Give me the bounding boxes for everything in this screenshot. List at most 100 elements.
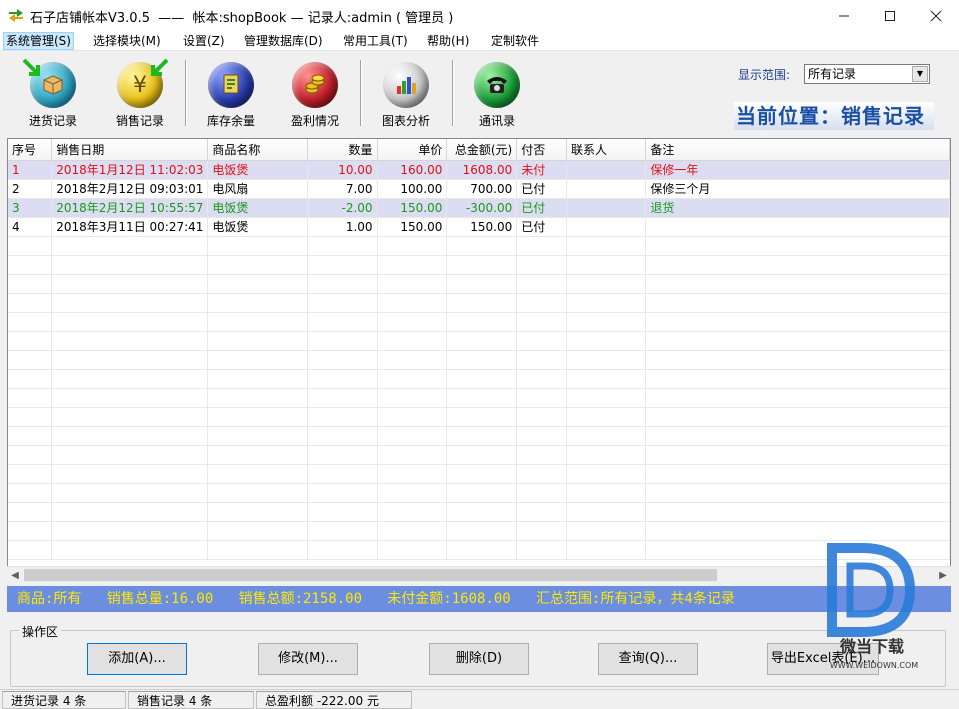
add-button[interactable]: 添加(A)... (87, 643, 187, 675)
minimize-button[interactable] (821, 0, 867, 31)
empty-cell (307, 388, 378, 408)
close-button[interactable] (913, 0, 959, 31)
empty-cell (8, 331, 53, 351)
column-header[interactable]: 总金额(元) (446, 139, 518, 161)
edit-button[interactable]: 修改(M)... (258, 643, 358, 675)
weidown-logo-icon: 微当下载 WWW.WEIDOWN.COM (827, 543, 918, 670)
table-cell: 电饭煲 (207, 160, 308, 180)
empty-cell (645, 350, 950, 370)
empty-row (8, 350, 950, 370)
empty-cell (377, 255, 448, 275)
empty-cell (51, 274, 209, 294)
empty-cell (566, 502, 647, 522)
horizontal-scrollbar[interactable]: ◀ ▶ (7, 566, 951, 583)
profit-button[interactable]: 盈利情况 (280, 58, 350, 130)
menu-tools[interactable]: 常用工具(T) (341, 33, 410, 49)
empty-cell (307, 293, 378, 313)
menu-manage-database[interactable]: 管理数据库(D) (242, 33, 325, 49)
table-cell: 150.00 (377, 217, 448, 237)
column-header[interactable]: 单价 (377, 139, 448, 161)
column-header[interactable]: 联系人 (566, 139, 647, 161)
watermark-url: WWW.WEIDOWN.COM (830, 661, 918, 670)
table-cell: 2018年3月11日 00:27:41 (51, 217, 209, 237)
status-sales-count: 销售记录 4 条 (128, 691, 254, 709)
table-cell: 3 (8, 198, 53, 218)
column-header[interactable]: 备注 (645, 139, 950, 161)
toolbar: 进货记录 ¥ 销售记录 库存余量 盈利情况 图表分析 通讯录 显示范围: 所有记… (0, 52, 959, 132)
stock-balance-button[interactable]: 库存余量 (196, 58, 266, 130)
menu-bar: 系统管理(S) 选择模块(M) 设置(Z) 管理数据库(D) 常用工具(T) 帮… (0, 31, 959, 51)
empty-row (8, 388, 950, 408)
empty-cell (645, 312, 950, 332)
empty-cell (377, 350, 448, 370)
empty-row (8, 483, 950, 503)
empty-cell (516, 540, 568, 560)
empty-cell (645, 483, 950, 503)
empty-cell (516, 464, 568, 484)
chart-analysis-button[interactable]: 图表分析 (371, 58, 441, 130)
status-purchase-count: 进货记录 4 条 (2, 691, 126, 709)
sales-grid[interactable]: 序号 销售日期 商品名称 数量 单价 总金额(元) 付否 联系人 备注 1 201… (7, 138, 951, 583)
column-header[interactable]: 序号 (8, 139, 53, 161)
sales-records-button[interactable]: ¥ 销售记录 (105, 58, 175, 130)
query-button[interactable]: 查询(Q)... (598, 643, 698, 675)
menu-help[interactable]: 帮助(H) (425, 33, 471, 49)
table-row[interactable]: 2 2018年2月12日 09:03:01 电风扇 7.00 100.00 700.00 已… (8, 179, 950, 199)
empty-row (8, 293, 950, 313)
empty-cell (516, 445, 568, 465)
column-header[interactable]: 商品名称 (207, 139, 308, 161)
empty-row (8, 464, 950, 484)
chevron-down-icon[interactable]: ▼ (912, 66, 928, 82)
empty-row (8, 540, 950, 560)
table-cell: -2.00 (307, 198, 378, 218)
table-row[interactable]: 1 2018年1月12日 11:02:03 电饭煲 10.00 160.00 1608.0… (8, 160, 950, 180)
empty-cell (51, 293, 209, 313)
empty-cell (51, 521, 209, 541)
menu-settings[interactable]: 设置(Z) (181, 33, 227, 49)
empty-cell (446, 312, 518, 332)
empty-cell (307, 331, 378, 351)
empty-cell (645, 369, 950, 389)
column-header[interactable]: 付否 (516, 139, 568, 161)
app-icon (9, 9, 23, 22)
table-cell: 150.00 (377, 198, 448, 218)
table-cell: 电饭煲 (207, 217, 308, 237)
empty-cell (307, 350, 378, 370)
column-header[interactable]: 销售日期 (51, 139, 209, 161)
empty-cell (51, 236, 209, 256)
empty-cell (645, 464, 950, 484)
menu-system[interactable]: 系统管理(S) (3, 32, 74, 50)
empty-cell (207, 312, 308, 332)
table-row[interactable]: 3 2018年2月12日 10:55:57 电饭煲 -2.00 150.00 -300.0… (8, 198, 950, 218)
scrollbar-thumb[interactable] (24, 569, 717, 581)
empty-cell (207, 274, 308, 294)
empty-cell (207, 464, 308, 484)
empty-cell (8, 293, 53, 313)
contacts-button[interactable]: 通讯录 (462, 58, 532, 130)
table-cell: 电饭煲 (207, 198, 308, 218)
column-header[interactable]: 数量 (307, 139, 378, 161)
empty-cell (446, 388, 518, 408)
delete-button[interactable]: 删除(D) (429, 643, 529, 675)
empty-cell (566, 521, 647, 541)
empty-cell (566, 236, 647, 256)
table-cell: 2018年1月12日 11:02:03 (51, 160, 209, 180)
scroll-left-icon[interactable]: ◀ (7, 568, 23, 583)
table-cell: 100.00 (377, 179, 448, 199)
maximize-icon (885, 10, 895, 21)
empty-cell (446, 350, 518, 370)
purchase-records-button[interactable]: 进货记录 (18, 58, 88, 130)
menu-select-module[interactable]: 选择模块(M) (91, 33, 163, 49)
table-cell (566, 217, 647, 237)
empty-cell (8, 236, 53, 256)
menu-custom-software[interactable]: 定制软件 (489, 33, 541, 49)
empty-cell (377, 407, 448, 427)
empty-cell (516, 255, 568, 275)
empty-cell (645, 388, 950, 408)
maximize-button[interactable] (867, 0, 913, 31)
display-range-select[interactable]: 所有记录 ▼ (804, 64, 930, 84)
empty-cell (516, 236, 568, 256)
scroll-right-icon[interactable]: ▶ (935, 568, 951, 583)
empty-cell (377, 521, 448, 541)
table-row[interactable]: 4 2018年3月11日 00:27:41 电饭煲 1.00 150.00 150.00 已… (8, 217, 950, 237)
